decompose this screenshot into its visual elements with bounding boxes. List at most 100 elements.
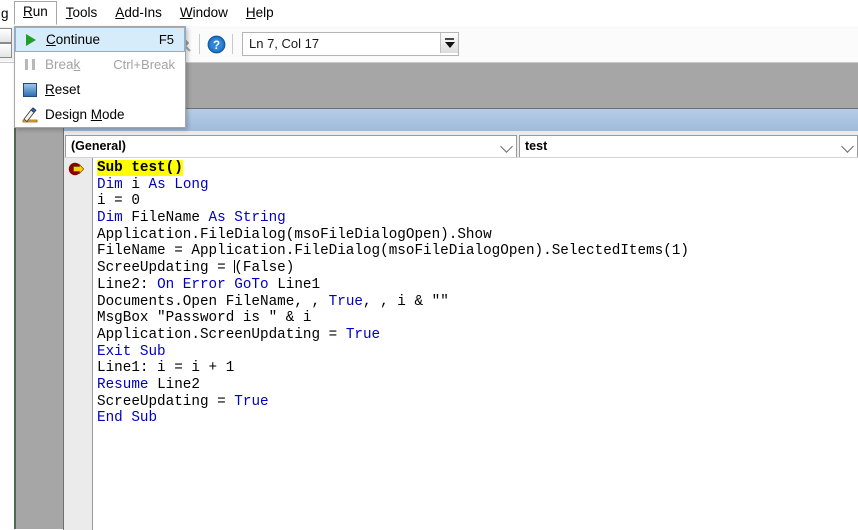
code-token: FileName = Application.FileDialog(msoFil… (97, 243, 689, 260)
code-token: , , i & "" (362, 293, 449, 310)
run-menu-item-label: Continue (46, 32, 101, 47)
menu-accelerator-key: C (46, 32, 56, 47)
code-token: Documents.Open FileName, , (97, 293, 329, 310)
code-token: True (328, 293, 363, 310)
code-token: Line2: (97, 276, 158, 293)
chevron-down-icon[interactable] (841, 139, 854, 153)
menu-accelerator-key: T (65, 4, 73, 20)
toolbar-separator (199, 34, 200, 54)
menu-label-suffix: elp (255, 4, 274, 20)
code-editor-body: Sub test() Dim i As Long i = 0 Dim FileName… (64, 157, 858, 530)
code-token: True (345, 326, 381, 343)
code-line[interactable]: Line1: i = i + 1 (97, 360, 858, 377)
code-text-area[interactable]: Sub test() Dim i As Long i = 0 Dim FileName… (93, 158, 858, 530)
run-menu-item-continue[interactable]: Continue F5 (15, 27, 185, 52)
code-token: ScreeUpdating = (97, 393, 235, 410)
toolbar-left-clipped-controls[interactable] (0, 27, 14, 61)
menu-label-suffix: indow (192, 4, 228, 20)
object-combo[interactable]: (General) (65, 134, 517, 158)
code-line[interactable]: Dim FileName As String (97, 210, 858, 227)
menu-item-run[interactable]: Run (14, 1, 57, 25)
run-menu-item-label: Design Mode (45, 107, 125, 122)
code-line[interactable]: End Sub (97, 410, 858, 427)
procedure-combo[interactable]: test (519, 134, 858, 158)
mdi-left-rail (14, 62, 16, 529)
code-line[interactable]: i = 0 (97, 193, 858, 210)
code-token: Dim (97, 176, 123, 193)
code-token: End Sub (97, 410, 158, 427)
code-line[interactable]: Application.FileDialog(msoFileDialogOpen… (97, 227, 858, 244)
code-token: MsgBox "Password is " & i (97, 310, 312, 327)
run-menu-item-label: Reset (45, 82, 81, 97)
svg-text:?: ? (212, 40, 219, 52)
menu-item-help[interactable]: Help (237, 2, 283, 25)
run-menu-item-shortcut: Ctrl+Break (113, 57, 175, 72)
breakpoint-current-statement-icon[interactable] (68, 161, 88, 177)
run-menu-item-design-mode[interactable]: Design Mode (15, 102, 185, 127)
run-menu-item-break: Break Ctrl+Break (15, 52, 185, 77)
code-line[interactable]: ScreeUpdating = True (97, 394, 858, 411)
code-token: As String (208, 210, 286, 227)
code-token: On Error GoTo (157, 276, 269, 293)
code-token: Dim (97, 210, 123, 227)
menu-label-suffix: un (32, 4, 48, 19)
position-indicator-field[interactable]: Ln 7, Col 17 (242, 32, 459, 56)
chevron-down-icon[interactable] (500, 139, 513, 153)
code-token: Sub test() (97, 160, 183, 176)
menu-item-addins[interactable]: Add-Ins (106, 2, 171, 25)
code-token: Line1 (268, 276, 321, 293)
menu-accelerator-key: H (245, 4, 256, 20)
menu-accelerator-key: W (179, 4, 193, 20)
help-question-icon[interactable]: ? (205, 33, 227, 55)
code-token: Line2 (148, 376, 200, 393)
code-token: i = 0 (97, 193, 140, 210)
play-icon (16, 33, 46, 46)
menu-item-window[interactable]: Window (171, 2, 237, 25)
menu-accelerator-key: k (73, 57, 81, 72)
code-token: FileName (122, 210, 209, 227)
stop-icon (15, 82, 45, 97)
run-menu-item-shortcut: F5 (158, 32, 174, 47)
code-line[interactable]: Dim i As Long (97, 177, 858, 194)
vba-editor-window: ule1 (Code) (General) test Sub t (0, 0, 858, 530)
code-token: Line1: i = i + 1 (97, 360, 235, 377)
code-line[interactable]: Application.ScreenUpdating = True (97, 327, 858, 344)
code-line[interactable]: Exit Sub (97, 344, 858, 361)
code-gutter-margin[interactable] (64, 158, 93, 530)
code-token: As Long (148, 176, 209, 193)
run-menu-dropdown: Continue F5 Break Ctrl+Break Reset Design Mod… (14, 26, 186, 128)
code-line[interactable]: Resume Line2 (97, 377, 858, 394)
code-token: True (234, 393, 269, 410)
code-token: Application.FileDialog(msoFileDialogOpen… (97, 226, 492, 243)
menu-label-suffix: dd-Ins (124, 4, 162, 20)
run-menu-item-reset[interactable]: Reset (15, 77, 185, 102)
code-line[interactable]: Line2: On Error GoTo Line1 (97, 277, 858, 294)
code-module-window: ule1 (Code) (General) test Sub t (63, 108, 858, 530)
position-indicator-value: Ln 7, Col 17 (249, 36, 320, 51)
code-line[interactable]: Documents.Open FileName, , True, , i & "… (97, 294, 858, 311)
run-menu-item-label: Break (45, 57, 81, 72)
code-token: Exit Sub (97, 343, 166, 360)
menu-accelerator-key: R (23, 4, 33, 19)
code-line[interactable]: ScreeUpdating = (False) (97, 260, 858, 277)
code-line[interactable]: MsgBox "Password is " & i (97, 310, 858, 327)
spinner-down-icon[interactable] (440, 33, 458, 53)
code-token: Resume (97, 376, 149, 393)
code-token: (False) (234, 260, 295, 277)
code-token: Application.ScreenUpdating = (97, 326, 346, 343)
menu-bar: g Run Tools Add-Ins Window Help (0, 0, 858, 26)
object-combo-value: (General) (71, 138, 126, 153)
procedure-combo-value: test (525, 138, 548, 153)
menu-item-tools[interactable]: Tools (57, 2, 107, 25)
menu-bar-clipped-label: g (1, 5, 9, 21)
code-line[interactable]: FileName = Application.FileDialog(msoFil… (97, 243, 858, 260)
pause-icon (15, 59, 45, 70)
toolbar-separator (232, 34, 233, 54)
code-token: i (122, 176, 149, 193)
code-token: ScreeUpdating = (97, 260, 235, 277)
menu-accelerator-key: A (115, 4, 125, 20)
design-mode-icon (15, 106, 45, 123)
menu-label-suffix: ools (72, 4, 98, 20)
menu-accelerator-key: M (90, 107, 103, 122)
code-line[interactable]: Sub test() (97, 160, 858, 177)
